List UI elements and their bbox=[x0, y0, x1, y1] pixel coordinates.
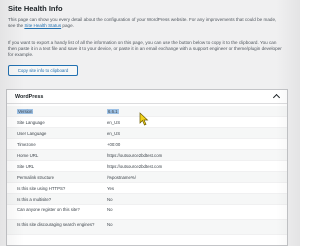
row-key: Is this a multisite? bbox=[17, 197, 52, 202]
mouse-cursor-icon bbox=[139, 112, 149, 126]
intro-text-b: page. bbox=[61, 23, 74, 29]
site-health-info-page: Site Health Info This page can show you … bbox=[0, 0, 300, 246]
table-row: Timezone +00:00 bbox=[7, 139, 287, 150]
row-key: Is this site discouraging search engines… bbox=[17, 222, 95, 227]
row-key: Can anyone register on this site? bbox=[17, 207, 80, 212]
row-value-selected: 6.6.1 bbox=[107, 109, 119, 114]
site-health-status-link[interactable]: Site Health Status bbox=[24, 23, 61, 28]
intro-text: This page can show you every detail abou… bbox=[8, 17, 282, 29]
panel-title: WordPress bbox=[15, 94, 44, 100]
row-key: Permalink structure bbox=[17, 175, 55, 180]
row-key: Is this site using HTTPS? bbox=[17, 186, 66, 191]
row-value: No bbox=[107, 207, 113, 212]
copy-site-info-button[interactable]: Copy site info to clipboard bbox=[8, 65, 78, 76]
table-row: Is this site using HTTPS? Yes bbox=[7, 183, 287, 194]
export-instructions: If you want to export a handy list of al… bbox=[8, 40, 282, 58]
row-value: https://outsource2bdtest.com bbox=[107, 164, 163, 169]
row-value: en_US bbox=[107, 120, 121, 125]
row-key-selected: Version bbox=[17, 109, 34, 114]
row-value: 6.6.1 bbox=[107, 106, 277, 117]
row-key: Home URL bbox=[17, 153, 39, 158]
table-row: Is this a multisite? No bbox=[7, 194, 287, 205]
row-key: User Language bbox=[17, 131, 47, 136]
row-key: Site URL bbox=[17, 164, 35, 169]
table-row: Site URL https://outsource2bdtest.com bbox=[7, 161, 287, 172]
row-value: Yes bbox=[107, 186, 115, 191]
chevron-up-icon[interactable] bbox=[272, 93, 281, 102]
row-value: /%postname%/ bbox=[107, 175, 136, 180]
row-value: +00:00 bbox=[107, 142, 121, 147]
row-value: No bbox=[107, 197, 113, 202]
table-row: User Language en_US bbox=[7, 128, 287, 139]
table-row: Can anyone register on this site? No bbox=[7, 205, 287, 220]
page-title: Site Health Info bbox=[8, 4, 63, 13]
row-key: Timezone bbox=[17, 142, 36, 147]
row-value: No bbox=[107, 222, 113, 227]
table-row: Permalink structure /%postname%/ bbox=[7, 172, 287, 183]
panel-header-toggle[interactable]: WordPress bbox=[7, 90, 287, 104]
row-value: https://outsource2bdtest.com bbox=[107, 153, 163, 158]
row-key: Version bbox=[17, 106, 105, 117]
table-row: Home URL https://outsource2bdtest.com bbox=[7, 150, 287, 161]
table-row: Is this site discouraging search engines… bbox=[7, 220, 287, 235]
row-value: en_US bbox=[107, 131, 121, 136]
row-key: Site Language bbox=[17, 120, 45, 125]
